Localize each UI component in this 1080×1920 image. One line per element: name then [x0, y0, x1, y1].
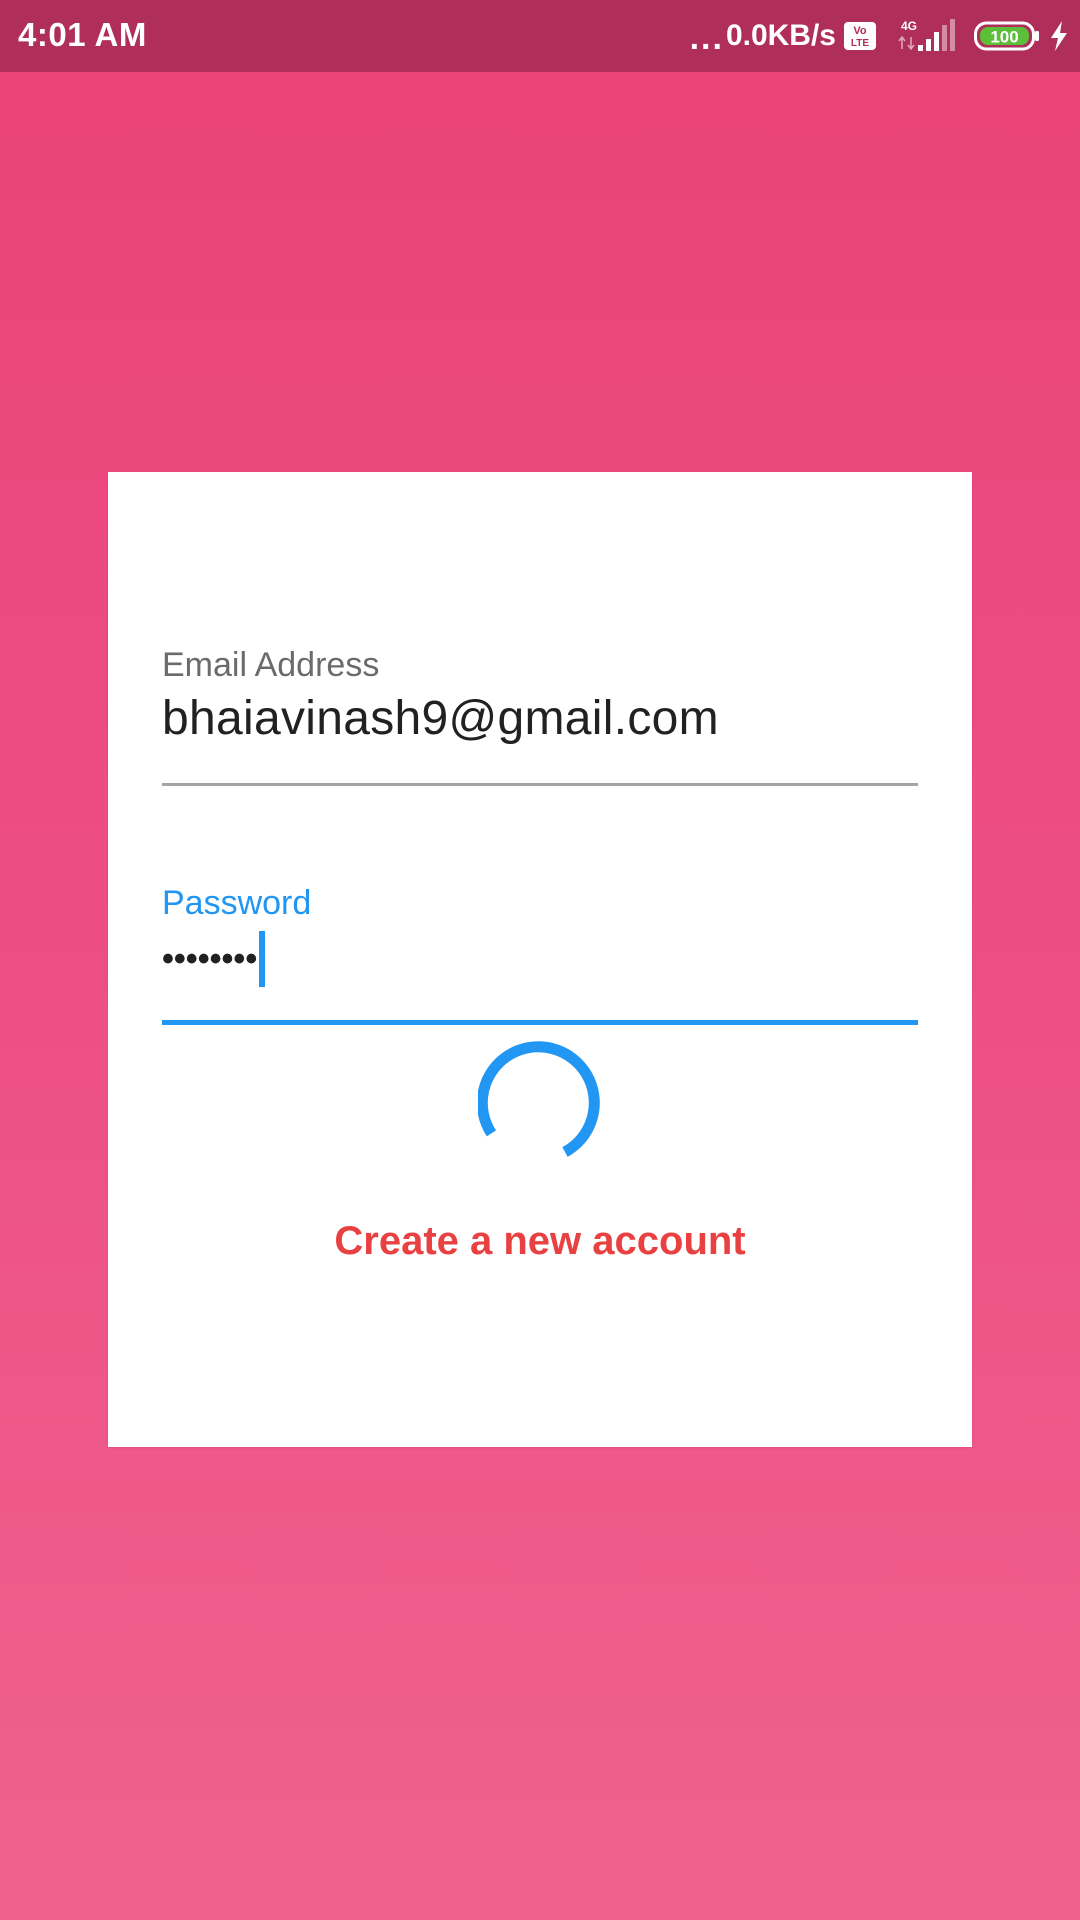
password-mask: •••••••• — [162, 939, 258, 978]
progress-spinner-icon — [478, 1041, 600, 1157]
password-underline — [162, 1020, 918, 1025]
status-time: 4:01 AM — [18, 16, 147, 53]
status-icons: ... 0.0KB/s Vo LTE 4G 100 — [690, 0, 1070, 72]
signal-icon: 4G — [898, 19, 955, 51]
email-input[interactable]: bhaiavinash9@gmail.com — [162, 691, 719, 747]
network-type-label: 4G — [901, 19, 917, 33]
battery-level: 100 — [990, 28, 1018, 47]
charging-icon — [1051, 21, 1067, 51]
network-speed: 0.0KB/s — [725, 19, 836, 52]
create-account-link[interactable]: Create a new account — [108, 1216, 972, 1266]
text-caret — [259, 931, 266, 987]
password-label: Password — [162, 884, 312, 922]
email-label: Email Address — [162, 646, 380, 684]
email-underline — [162, 783, 918, 786]
volte-icon: Vo LTE — [844, 22, 876, 50]
svg-text:LTE: LTE — [851, 38, 869, 49]
notification-dots: ... — [689, 18, 724, 57]
status-bar: 4:01 AM ... 0.0KB/s Vo LTE 4G 100 — [0, 0, 1080, 72]
battery-icon: 100 — [974, 21, 1039, 51]
password-input[interactable]: •••••••• — [162, 931, 266, 987]
login-card: Email Address bhaiavinash9@gmail.com Pas… — [108, 472, 972, 1447]
svg-text:Vo: Vo — [853, 25, 867, 37]
